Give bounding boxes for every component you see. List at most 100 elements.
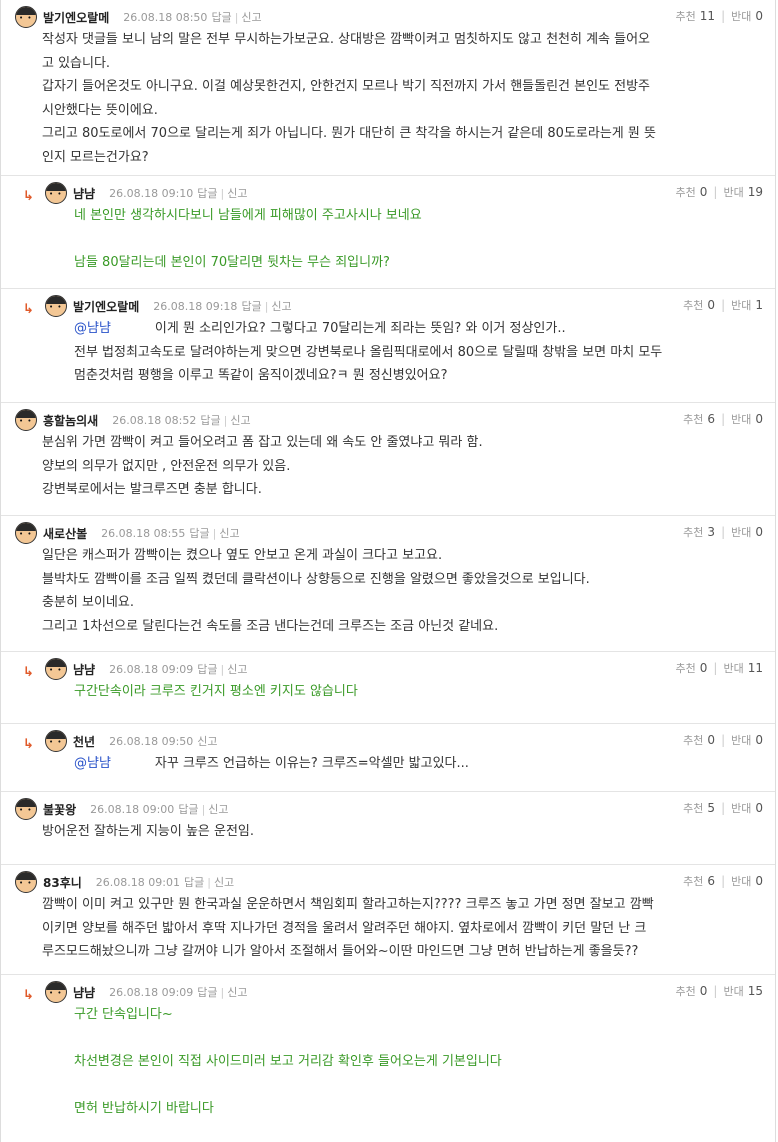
avatar[interactable]	[45, 730, 67, 752]
vote-counts: 추천 0 | 반대 0	[683, 732, 763, 748]
reply-link[interactable]: 답글	[189, 525, 209, 541]
oppose-count: 0	[755, 525, 763, 539]
avatar[interactable]	[15, 409, 37, 431]
divider: |	[201, 802, 206, 816]
nickname[interactable]: 새로산볼	[43, 525, 87, 542]
reply-link[interactable]: 답글	[197, 661, 217, 677]
oppose-button[interactable]: 반대	[731, 524, 751, 540]
comment-line: 남들 80달리는데 본인이 70달리면 뒷차는 무슨 죄입니까?	[74, 255, 390, 270]
report-link[interactable]: 신고	[214, 874, 234, 890]
comment-body: 일단은 캐스퍼가 깜빡이는 켰으나 옆도 안보고 온게 과실이 크다고 보고요.…	[15, 544, 763, 638]
recommend-count: 0	[699, 185, 708, 199]
comment-body: @냠냠 이게 뭔 소리인가요? 그렇다고 70달리는게 죄라는 뜻임? 와 이거 …	[23, 317, 763, 388]
divider: |	[721, 298, 726, 312]
divider: |	[721, 733, 726, 747]
comment-line: 그리고 1차선으로 달린다는건 속도를 조금 낸다는건데 크루즈는 조금 아닌것…	[42, 618, 499, 634]
divider: |	[220, 186, 225, 200]
nickname[interactable]: 냠냠	[73, 185, 95, 202]
recommend-button[interactable]: 추천	[676, 983, 696, 999]
recommend-button[interactable]: 추천	[683, 873, 703, 889]
report-link[interactable]: 신고	[227, 661, 247, 677]
comment-line: 갑자기 들어온것도 아니구요. 이걸 예상못한건지, 안한건지 모르나 박기 직…	[42, 79, 651, 94]
avatar[interactable]	[45, 658, 67, 680]
reply-link[interactable]: 답글	[200, 412, 220, 428]
timestamp: 26.08.18 08:52	[112, 413, 197, 427]
recommend-button[interactable]: 추천	[676, 8, 696, 24]
reply-link[interactable]: 답글	[241, 298, 261, 314]
reply-link[interactable]: 답글	[197, 185, 217, 201]
report-link[interactable]: 신고	[227, 185, 247, 201]
vote-counts: 추천 3 | 반대 0	[683, 524, 763, 540]
reply-arrow-icon: ↳	[23, 987, 34, 1003]
divider: |	[721, 412, 726, 426]
oppose-button[interactable]: 반대	[731, 297, 751, 313]
avatar[interactable]	[45, 981, 67, 1003]
nickname[interactable]: 냠냠	[73, 984, 95, 1001]
comment-line: @냠냠 이게 뭔 소리인가요? 그렇다고 70달리는게 죄라는 뜻임? 와 이거 …	[74, 317, 763, 341]
avatar[interactable]	[15, 6, 37, 28]
nickname[interactable]: 발기엔오랄메	[43, 9, 109, 26]
recommend-button[interactable]: 추천	[683, 297, 703, 313]
comment-list: 발기엔오랄메 26.08.18 08:50 답글 | 신고 추천 11 | 반대…	[0, 0, 776, 1142]
nickname[interactable]: 발기엔오랄메	[73, 298, 139, 315]
reply-arrow-icon: ↳	[23, 301, 34, 317]
oppose-button[interactable]: 반대	[731, 411, 751, 427]
report-link[interactable]: 신고	[271, 298, 291, 314]
oppose-button[interactable]: 반대	[731, 8, 751, 24]
recommend-count: 0	[699, 984, 708, 998]
comment-line: 작성자 댓글들 보니 남의 말은 전부 무시하는가보군요. 상대방은 깜빡이켜고…	[42, 32, 651, 47]
report-link[interactable]: 신고	[241, 9, 261, 25]
recommend-count: 5	[707, 801, 716, 815]
divider: |	[721, 9, 726, 23]
nickname[interactable]: 불꽃왕	[43, 801, 76, 818]
recommend-button[interactable]: 추천	[676, 660, 696, 676]
recommend-button[interactable]: 추천	[676, 184, 696, 200]
oppose-button[interactable]: 반대	[731, 873, 751, 889]
avatar[interactable]	[15, 522, 37, 544]
report-link[interactable]: 신고	[219, 525, 239, 541]
comment-line: 전부 법정최고속도로 달려야하는게 맞으면 강변북로나 올림픽대로에서 80으로…	[74, 344, 663, 360]
vote-counts: 추천 0 | 반대 19	[676, 184, 763, 200]
nickname[interactable]: 83후니	[43, 874, 82, 891]
recommend-button[interactable]: 추천	[683, 411, 703, 427]
recommend-button[interactable]: 추천	[683, 732, 703, 748]
oppose-count: 0	[755, 733, 763, 747]
avatar[interactable]	[45, 182, 67, 204]
reply-link[interactable]: 답글	[178, 801, 198, 817]
report-link[interactable]: 신고	[197, 733, 217, 749]
comment-body: 방어운전 잘하는게 지능이 높은 운전임.	[15, 820, 763, 844]
recommend-button[interactable]: 추천	[683, 800, 703, 816]
comment-line: 시안했다는 뜻이에요.	[42, 102, 158, 118]
nickname[interactable]: 냠냠	[73, 661, 95, 678]
avatar[interactable]	[45, 295, 67, 317]
comment-line: 멈춘것처럼 평행을 이루고 똑같이 움직이겠네요?ㅋ 뭔 정신병있어요?	[74, 368, 448, 383]
oppose-button[interactable]: 반대	[723, 184, 743, 200]
comment-line: 깜빡이 이미 켜고 있구만 뭔 한국과실 운운하면서 책임회피 할라고하는지??…	[42, 897, 654, 912]
reply-link[interactable]: 답글	[197, 984, 217, 1000]
mention-link[interactable]: @냠냠	[74, 756, 111, 771]
oppose-button[interactable]: 반대	[723, 983, 743, 999]
recommend-count: 0	[707, 733, 716, 747]
comment-line: 인지 모르는건가요?	[42, 149, 149, 165]
reply-link[interactable]: 답글	[184, 874, 204, 890]
avatar[interactable]	[15, 798, 37, 820]
reply-comment: ↳ 천년 26.08.18 09:50 신고 추천 0 | 반대 0 @냠냠 자꾸…	[1, 724, 775, 792]
avatar[interactable]	[15, 871, 37, 893]
report-link[interactable]: 신고	[227, 984, 247, 1000]
nickname[interactable]: 흥할놈의새	[43, 412, 98, 429]
reply-link[interactable]: 답글	[211, 9, 231, 25]
recommend-button[interactable]: 추천	[683, 524, 703, 540]
oppose-button[interactable]: 반대	[731, 732, 751, 748]
comment-body: 작성자 댓글들 보니 남의 말은 전부 무시하는가보군요. 상대방은 깜빡이켜고…	[15, 28, 763, 169]
vote-counts: 추천 5 | 반대 0	[683, 800, 763, 816]
divider: |	[234, 10, 239, 24]
comment-body: 구간 단속입니다~ 차선변경은 본인이 직접 사이드미러 보고 거리감 확인후 …	[23, 1003, 763, 1121]
reply-comment: ↳ 냠냠 26.08.18 09:09 답글 | 신고 추천 0 | 반대 15…	[1, 975, 775, 1140]
comment: 흥할놈의새 26.08.18 08:52 답글 | 신고 추천 6 | 반대 0…	[1, 403, 775, 516]
oppose-button[interactable]: 반대	[731, 800, 751, 816]
mention-link[interactable]: @냠냠	[74, 321, 111, 336]
report-link[interactable]: 신고	[208, 801, 228, 817]
oppose-button[interactable]: 반대	[723, 660, 743, 676]
report-link[interactable]: 신고	[230, 412, 250, 428]
nickname[interactable]: 천년	[73, 733, 95, 750]
